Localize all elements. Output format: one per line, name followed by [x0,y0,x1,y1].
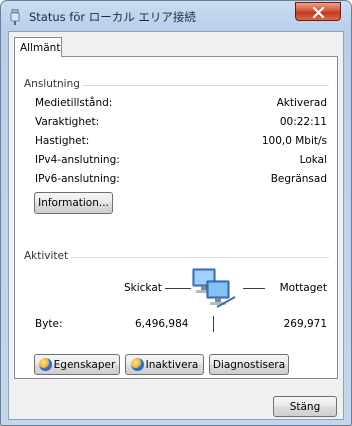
media-state-value: Aktiverad [276,97,327,109]
uac-shield-icon [38,358,52,371]
network-adapter-icon [10,9,20,25]
window-title: Status för ローカル エリア接続 [29,10,196,24]
tab-panel: Anslutning Medietillstånd: Aktiverad Var… [14,56,338,379]
sent-label: Skickat [124,282,162,294]
connection-group-title: Anslutning [24,78,80,90]
properties-button-label: Egenskaper [53,358,116,371]
bytes-label: Byte: [35,318,63,330]
information-button[interactable]: Information... [34,192,113,214]
speed-label: Hastighet: [35,135,90,147]
ipv6-value: Begränsad [270,173,327,185]
bytes-sent-value: 6,496,984 [135,318,189,330]
status-dialog: Status för ローカル エリア接続 Allmänt Anslutning… [0,0,352,426]
uac-shield-icon [130,358,144,371]
close-window-button[interactable] [295,2,341,21]
received-label: Mottaget [279,282,327,294]
connection-group-divider [83,85,329,86]
properties-button[interactable]: Egenskaper [34,354,120,375]
received-connector-line [243,288,265,289]
sent-connector-line [165,288,191,289]
tab-general-label: Allmänt [20,42,61,54]
speed-value: 100,0 Mbit/s [261,135,327,147]
disable-button[interactable]: Inaktivera [125,354,204,375]
duration-label: Varaktighet: [35,116,100,128]
activity-group-title: Aktivitet [24,250,69,262]
dialog-client-area: Allmänt Anslutning Medietillstånd: Aktiv… [8,31,344,420]
tab-general[interactable]: Allmänt [14,37,62,57]
ipv4-label: IPv4-anslutning: [35,154,120,166]
ipv6-label: IPv6-anslutning: [35,173,120,185]
disable-button-label: Inaktivera [145,358,199,371]
title-bar[interactable]: Status för ローカル エリア接続 [1,1,351,31]
ipv4-value: Lokal [299,154,327,166]
duration-value: 00:22:11 [279,116,327,128]
bytes-received-value: 269,971 [283,318,327,330]
network-computers-icon [192,268,236,308]
activity-separator [213,316,214,332]
diagnose-button[interactable]: Diagnostisera [209,354,289,375]
close-icon [312,7,325,18]
media-state-label: Medietillstånd: [35,97,113,109]
activity-group-divider [71,257,329,258]
close-button[interactable]: Stäng [273,396,337,417]
